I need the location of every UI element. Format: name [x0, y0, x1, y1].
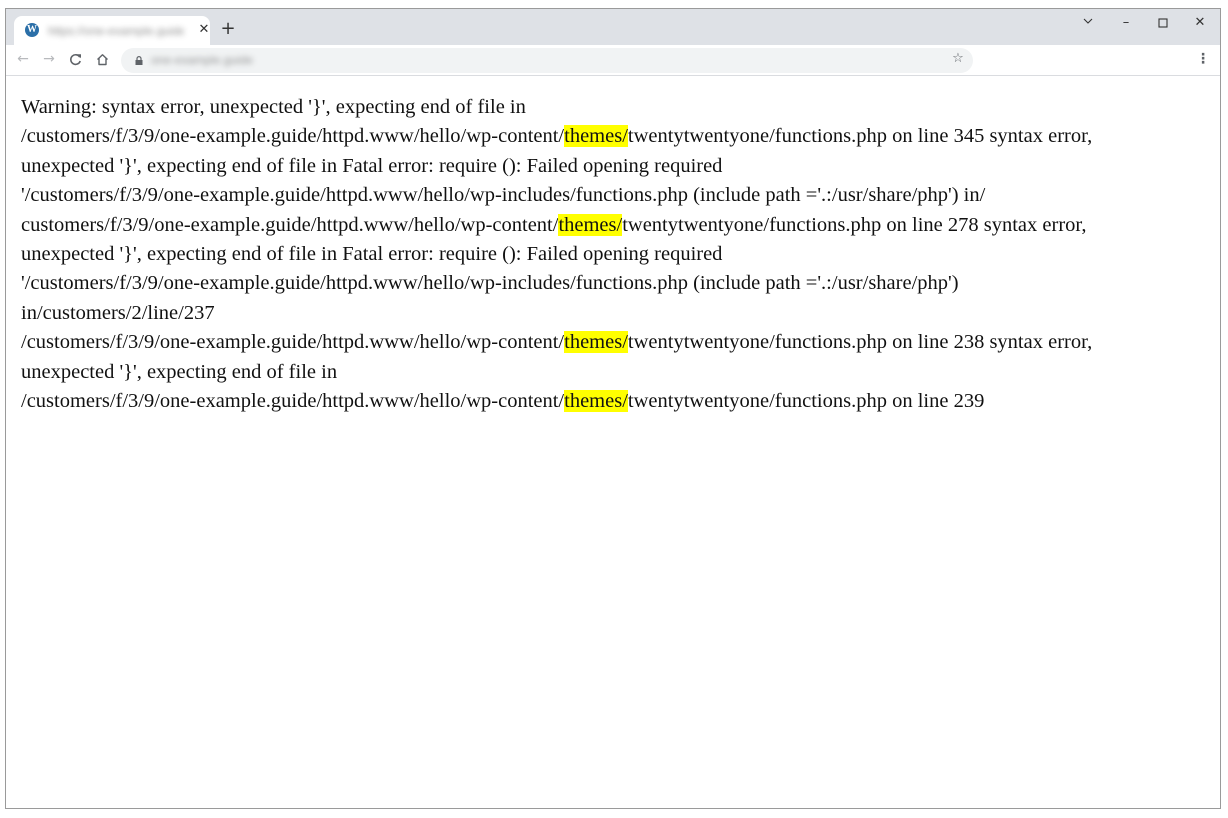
- error-line-text: customers/f/3/9/one-example.guide/httpd.…: [21, 213, 559, 236]
- browser-window: W https://one-example.guide ✕ + – ✕ ← →: [5, 8, 1221, 809]
- tab-strip: W https://one-example.guide ✕ + – ✕: [6, 9, 1220, 45]
- error-line-text: twentytwentyone/functions.php on line 23…: [627, 390, 985, 413]
- error-line-text: unexpected '}', expecting end of file in…: [21, 243, 723, 266]
- address-bar[interactable]: one-example.guide ☆: [121, 48, 973, 73]
- error-line-text: '/customers/f/3/9/one-example.guide/http…: [21, 272, 959, 295]
- browser-toolbar: ← → one-example.guide ☆ ⋮: [6, 45, 1220, 76]
- minimize-icon[interactable]: –: [1114, 13, 1138, 33]
- search-highlight: themes/: [558, 213, 623, 236]
- new-tab-button[interactable]: +: [219, 20, 237, 38]
- page-content: Warning: syntax error, unexpected '}', e…: [6, 76, 1220, 808]
- error-line-text: twentytwentyone/functions.php on line 34…: [627, 125, 1093, 148]
- error-line-text: twentytwentyone/functions.php on line 27…: [622, 213, 1087, 236]
- error-line-text: unexpected '}', expecting end of file in…: [21, 154, 723, 177]
- back-arrow-icon[interactable]: ←: [14, 51, 32, 69]
- url-text: one-example.guide: [151, 53, 254, 67]
- tab-search-icon[interactable]: [1076, 13, 1100, 33]
- maximize-icon[interactable]: [1151, 13, 1175, 33]
- lock-icon: [135, 56, 143, 65]
- error-line: unexpected '}', expecting end of file in: [21, 358, 1201, 387]
- close-window-icon[interactable]: ✕: [1188, 13, 1212, 33]
- error-line: '/customers/f/3/9/one-example.guide/http…: [21, 269, 1201, 298]
- error-line: Warning: syntax error, unexpected '}', e…: [21, 93, 1201, 122]
- error-line-text: twentytwentyone/functions.php on line 23…: [627, 331, 1093, 354]
- close-tab-icon[interactable]: ✕: [196, 22, 212, 38]
- error-line-text: /customers/f/3/9/one-example.guide/httpd…: [21, 331, 565, 354]
- error-line: unexpected '}', expecting end of file in…: [21, 240, 1201, 269]
- forward-arrow-icon[interactable]: →: [40, 51, 58, 69]
- wordpress-icon: W: [25, 23, 39, 37]
- error-line: /customers/f/3/9/one-example.guide/httpd…: [21, 328, 1201, 357]
- error-line-text: in/customers/2/line/237: [21, 301, 215, 324]
- tab-title: https://one-example.guide: [48, 24, 184, 37]
- reload-icon[interactable]: [66, 51, 84, 69]
- error-line: /customers/f/3/9/one-example.guide/httpd…: [21, 387, 1201, 416]
- error-line: in/customers/2/line/237: [21, 299, 1201, 328]
- search-highlight: themes/: [564, 125, 628, 148]
- bookmark-star-icon[interactable]: ☆: [949, 51, 967, 69]
- search-highlight: themes/: [564, 331, 628, 354]
- browser-menu-icon[interactable]: ⋮: [1196, 51, 1210, 69]
- error-line-text: '/customers/f/3/9/one-example.guide/http…: [21, 184, 986, 207]
- php-error-message: Warning: syntax error, unexpected '}', e…: [21, 93, 1201, 416]
- browser-tab[interactable]: W https://one-example.guide ✕: [14, 16, 210, 45]
- error-line-text: /customers/f/3/9/one-example.guide/httpd…: [21, 125, 565, 148]
- error-line-text: Warning: syntax error, unexpected '}', e…: [21, 96, 526, 118]
- search-highlight: themes/: [564, 390, 628, 413]
- error-line-text: /customers/f/3/9/one-example.guide/httpd…: [21, 390, 565, 413]
- error-line: customers/f/3/9/one-example.guide/httpd.…: [21, 211, 1201, 240]
- error-line: unexpected '}', expecting end of file in…: [21, 152, 1201, 181]
- error-line: /customers/f/3/9/one-example.guide/httpd…: [21, 122, 1201, 151]
- error-line: '/customers/f/3/9/one-example.guide/http…: [21, 181, 1201, 210]
- home-icon[interactable]: [93, 51, 111, 69]
- error-line-text: unexpected '}', expecting end of file in: [21, 360, 338, 383]
